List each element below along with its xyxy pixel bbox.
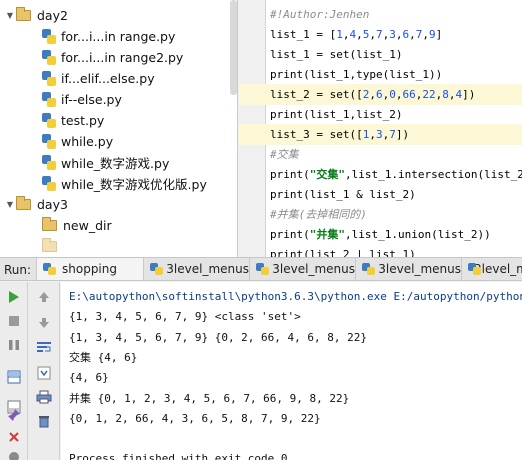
- print-icon[interactable]: [35, 388, 53, 406]
- code-line[interactable]: print(list_2 | list_1): [239, 244, 522, 257]
- console-command-line: E:\autopython\softinstall\python3.6.3\py…: [69, 290, 522, 303]
- close-icon[interactable]: [5, 428, 23, 446]
- run-console[interactable]: E:\autopython\softinstall\python3.6.3\py…: [61, 282, 522, 460]
- code-line[interactable]: list_1 = set(list_1): [239, 44, 522, 65]
- tree-file[interactable]: for...i...in range.py: [42, 26, 175, 47]
- python-run-icon: [256, 263, 269, 275]
- code-line[interactable]: print(list_1 & list_2): [239, 184, 522, 205]
- up-arrow-icon[interactable]: [35, 288, 53, 306]
- folder-icon: [42, 217, 57, 231]
- run-tab-3level-menus[interactable]: 3level_menus: [143, 258, 249, 280]
- scroll-to-end-icon[interactable]: [35, 364, 53, 382]
- tree-file[interactable]: for...i...in range2.py: [42, 47, 183, 68]
- tree-file[interactable]: while_数字游戏.py: [42, 152, 169, 173]
- pycharm-window: ▼ day2 for...i...in range.py for...i...i…: [0, 0, 522, 460]
- code-line[interactable]: list_2 = set([2,6,0,66,22,8,4]): [239, 84, 522, 105]
- tree-label: while_数字游戏.py: [61, 156, 170, 171]
- console-toolbar: [28, 282, 60, 460]
- code-line[interactable]: print(list_1,type(list_1)): [239, 64, 522, 85]
- tree-label: if--else.py: [61, 92, 122, 107]
- code-line[interactable]: list_3 = set([1,3,7]): [239, 124, 522, 145]
- trash-icon[interactable]: [35, 412, 53, 430]
- run-tab-3level-menus[interactable]: 3level_menus: [355, 258, 461, 280]
- console-output-line: {0, 1, 2, 66, 4, 3, 6, 5, 8, 7, 9, 22}: [69, 411, 321, 425]
- run-tab-label: 3level_menus: [166, 262, 249, 276]
- code-line[interactable]: list_1 = [1,4,5,7,3,6,7,9]: [239, 24, 522, 45]
- tree-label: for...i...in range.py: [61, 29, 176, 44]
- python-file-icon: [42, 134, 56, 149]
- help-icon[interactable]: [5, 448, 23, 460]
- tree-file[interactable]: while.py: [42, 131, 113, 152]
- tree-label: test.py: [61, 113, 105, 128]
- tree-file[interactable]: while_数字游戏优化版.py: [42, 173, 207, 194]
- python-file-icon: [42, 176, 56, 191]
- console-output-line: {1, 3, 4, 5, 6, 7, 9} {0, 2, 66, 4, 6, 8…: [69, 330, 368, 344]
- soft-wrap-icon[interactable]: [35, 338, 53, 356]
- run-tab-3level-menus[interactable]: 3level_menus: [461, 258, 522, 280]
- console-output-line: 交集 {4, 6}: [69, 350, 138, 364]
- tree-label: while_数字游戏优化版.py: [61, 177, 207, 192]
- tree-file[interactable]: test.py: [42, 110, 104, 131]
- run-icon[interactable]: [5, 288, 23, 306]
- tree-row-partial: [42, 236, 63, 257]
- project-tree: ▼ day2 for...i...in range.py for...i...i…: [0, 0, 238, 257]
- python-file-icon: [42, 155, 56, 170]
- run-toolbar: [0, 282, 28, 460]
- python-file-icon: [42, 92, 56, 107]
- run-label: Run:: [4, 263, 32, 277]
- tree-label: day3: [37, 197, 68, 212]
- tree-file[interactable]: if--else.py: [42, 89, 122, 110]
- pin-icon[interactable]: [5, 406, 23, 424]
- tree-label: for...i...in range2.py: [61, 50, 184, 65]
- tree-label: while.py: [61, 134, 114, 149]
- folder-icon: [16, 7, 31, 21]
- layout-icon[interactable]: [5, 368, 23, 386]
- run-tab-bar: Run: shopping 3level_menus 3level_menus …: [0, 257, 522, 281]
- folder-icon: [42, 238, 57, 252]
- pause-icon[interactable]: [5, 336, 23, 354]
- python-run-icon: [43, 263, 56, 275]
- run-tab-label: 3level_menus: [474, 262, 522, 276]
- stop-icon[interactable]: [5, 312, 23, 330]
- tree-file[interactable]: if...elif...else.py: [42, 68, 155, 89]
- tree-label: if...elif...else.py: [61, 71, 155, 86]
- python-file-icon: [42, 29, 56, 44]
- code-editor[interactable]: #!Author:Jenhen list_1 = [1,4,5,7,3,6,7,9…: [239, 0, 522, 257]
- tree-folder-new-dir[interactable]: new_dir: [42, 215, 112, 236]
- python-run-icon: [150, 263, 163, 275]
- python-file-icon: [42, 71, 56, 86]
- run-tab-shopping[interactable]: shopping: [36, 258, 143, 280]
- tree-label: day2: [37, 8, 68, 23]
- expand-arrow-icon[interactable]: ▼: [4, 11, 16, 20]
- console-output-line: {4, 6}: [69, 371, 109, 385]
- code-line[interactable]: #交集: [239, 144, 522, 165]
- expand-arrow-icon[interactable]: ▼: [4, 200, 16, 209]
- run-tab-label: 3level_menus: [378, 262, 461, 276]
- tree-scrollbar[interactable]: [230, 0, 237, 95]
- code-line[interactable]: print(list_1,list_2): [239, 104, 522, 125]
- console-output-line: Process finished with exit code 0: [69, 452, 288, 460]
- console-output-line: {1, 3, 4, 5, 6, 7, 9} <class 'set'>: [69, 310, 301, 324]
- python-file-icon: [42, 50, 56, 65]
- down-arrow-icon[interactable]: [35, 314, 53, 332]
- code-line[interactable]: print("交集",list_1.intersection(list_2)): [239, 164, 522, 185]
- tree-label: new_dir: [63, 218, 112, 233]
- tree-folder-day3[interactable]: ▼ day3: [4, 194, 68, 215]
- run-tab-label: shopping: [62, 262, 117, 276]
- run-tab-label: 3level_menus: [272, 262, 355, 276]
- tree-folder-day2[interactable]: ▼ day2: [4, 5, 68, 26]
- code-line[interactable]: #并集(去掉相同的): [239, 204, 522, 225]
- folder-icon: [16, 196, 31, 210]
- python-file-icon: [42, 113, 56, 128]
- console-output-line: 并集 {0, 1, 2, 3, 4, 5, 6, 7, 66, 9, 8, 22…: [69, 391, 350, 405]
- code-line[interactable]: #!Author:Jenhen: [239, 4, 522, 25]
- code-line[interactable]: print("并集",list_1.union(list_2)): [239, 224, 522, 245]
- run-tab-3level-menus[interactable]: 3level_menus: [249, 258, 355, 280]
- python-run-icon: [362, 263, 375, 275]
